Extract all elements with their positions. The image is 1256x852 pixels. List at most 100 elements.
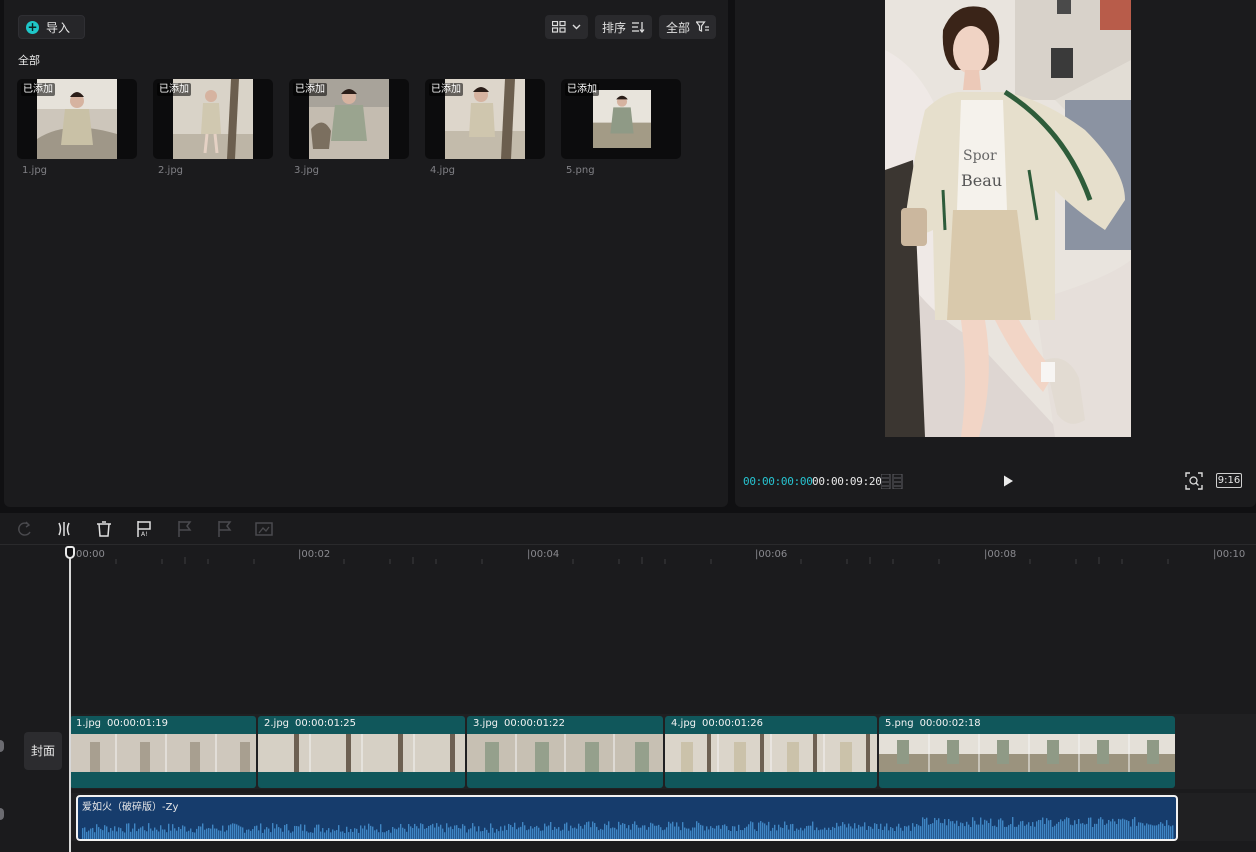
ruler-label: |00:06 [755,549,788,560]
media-thumbnail[interactable]: 已添加 [17,79,137,159]
waveform-bar [900,827,902,839]
aspect-ratio-button[interactable]: 9:16 [1216,473,1242,488]
waveform-bar [1028,822,1030,839]
filter-button[interactable]: 全部 [658,15,716,39]
delete-icon[interactable] [95,520,113,538]
video-clip[interactable]: 4.jpg 00:00:01:26 [665,716,877,788]
waveform-bar [548,825,550,839]
waveform-bar [170,830,172,839]
waveform-bar [752,822,754,839]
undo-icon[interactable] [16,520,34,538]
waveform-bar [950,821,952,839]
waveform-bar [820,829,822,839]
waveform-bar [764,823,766,839]
waveform-bar [960,822,962,839]
play-icon[interactable] [1001,474,1015,488]
import-button[interactable]: + 导入 [18,15,85,39]
waveform-bar [890,827,892,839]
waveform-bar [896,826,898,839]
waveform-bar [1018,824,1020,839]
filter-icon [696,21,709,32]
waveform-bar [610,828,612,839]
clip-header: 2.jpg 00:00:01:25 [264,718,362,729]
waveform-bar [430,825,432,839]
cover-button[interactable]: 封面 [24,732,62,770]
media-thumbnail[interactable]: 已添加 [425,79,545,159]
waveform-bar [602,829,604,839]
view-mode-button[interactable] [544,15,588,39]
waveform-bar [346,826,348,839]
waveform-bar [918,825,920,839]
waveform-bar [906,826,908,839]
waveform-bar [814,830,816,839]
waveform-bar [582,828,584,839]
media-item[interactable]: 已添加 5.png [561,79,681,176]
waveform-bar [1020,821,1022,839]
waveform-bar [460,828,462,839]
media-item[interactable]: 已添加 1.jpg [17,79,137,176]
waveform-bar [608,821,610,839]
waveform-bar [86,831,88,839]
audio-track-icon[interactable] [0,808,4,820]
waveform-bar [1140,822,1142,839]
media-thumbnail[interactable]: 已添加 [289,79,409,159]
waveform-icon[interactable] [881,474,903,489]
media-thumbnail[interactable]: 已添加 [561,79,681,159]
fullscreen-fit-icon[interactable] [1185,472,1203,490]
waveform-bar [570,825,572,839]
audio-clip[interactable]: 爱如火（破碎版）-Zy [76,795,1178,841]
audio-track: 爱如火（破碎版）-Zy [70,793,1256,841]
svg-text:Beau: Beau [961,171,1002,190]
waveform-bar [940,822,942,839]
playhead-handle[interactable] [65,546,75,559]
track-lock-icon[interactable] [0,740,4,752]
waveform-bar [754,829,756,839]
waveform-bar [164,829,166,839]
plus-icon: + [26,19,39,34]
video-clip[interactable]: 2.jpg 00:00:01:25 [258,716,465,788]
sort-button[interactable]: 排序 [594,15,652,39]
split-icon[interactable] [55,520,73,538]
media-item[interactable]: 已添加 3.jpg [289,79,409,176]
waveform-bar [464,825,466,839]
waveform-bar [152,830,154,839]
waveform-bar [1016,826,1018,839]
waveform-bar [530,826,532,839]
ruler-label: |00:04 [527,549,560,560]
video-clip[interactable]: 5.png 00:00:02:18 [879,716,1175,788]
waveform-bar [702,825,704,839]
waveform-bar [472,823,474,839]
video-clip[interactable]: 1.jpg 00:00:01:19 [70,716,256,788]
video-track: 1.jpg 00:00:01:19 2.jpg 00:00:01:25 3.jpg 0… [70,714,1256,789]
waveform-bar [294,825,296,839]
media-thumbnail[interactable]: 已添加 [153,79,273,159]
waveform-bar [856,828,858,839]
waveform-bar [532,828,534,839]
waveform-bar [788,829,790,839]
mask-icon[interactable] [255,520,273,538]
waveform-bar [468,829,470,839]
waveform-bar [1116,824,1118,839]
flag-icon[interactable] [175,520,193,538]
waveform-bar [576,828,578,839]
freeze-frame-icon[interactable]: A! [135,520,153,538]
waveform-bar [226,830,228,839]
waveform-bar [194,832,196,839]
playhead-line [69,547,71,852]
time-ruler[interactable]: 00:00 |00:02 |00:04 |00:06 |00:08 |00:10 [70,546,1256,564]
waveform-bar [920,826,922,839]
media-item[interactable]: 已添加 2.jpg [153,79,273,176]
waveform-bar [630,829,632,839]
waveform-bar [852,828,854,839]
file-name: 3.jpg [294,165,320,176]
waveform-bar [184,826,186,839]
waveform-bar [1168,825,1170,839]
flag-icon[interactable] [215,520,233,538]
waveform-bar [418,828,420,839]
waveform-bar [578,823,580,839]
waveform-bar [1144,825,1146,839]
media-item[interactable]: 已添加 4.jpg [425,79,545,176]
video-clip[interactable]: 3.jpg 00:00:01:22 [467,716,663,788]
waveform-bar [480,831,482,839]
waveform-bar [364,825,366,839]
